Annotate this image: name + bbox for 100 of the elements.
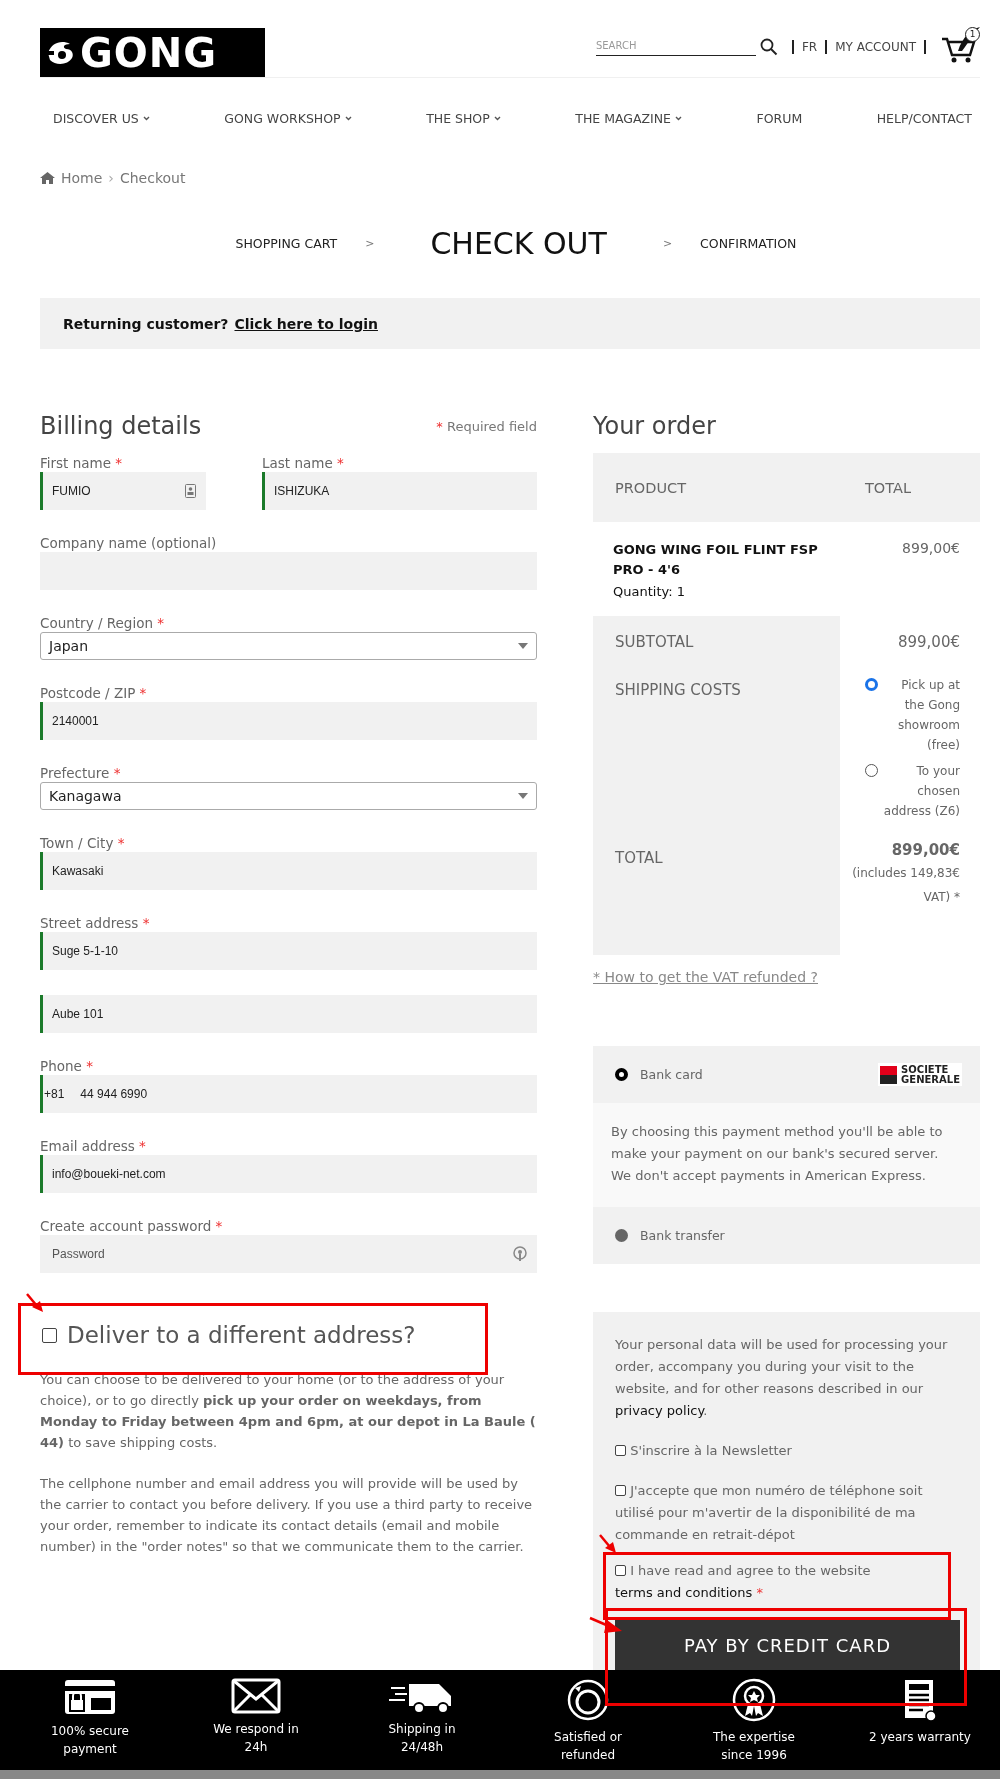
feature-label: 100% secure payment bbox=[50, 1723, 130, 1758]
caret-icon bbox=[142, 115, 150, 121]
checkbox[interactable] bbox=[615, 1485, 626, 1496]
feature-label: Satisfied or refunded bbox=[553, 1729, 623, 1764]
account-link[interactable]: MY ACCOUNT bbox=[835, 40, 916, 54]
phone-field[interactable]: +81 44 944 6990 bbox=[40, 1075, 537, 1113]
input-field[interactable]: Aube 101 bbox=[40, 995, 537, 1033]
page-title: CHECK OUT bbox=[430, 225, 607, 261]
nav-item[interactable]: THE MAGAZINE bbox=[575, 106, 682, 130]
terms-link[interactable]: terms and conditions bbox=[615, 1585, 753, 1600]
language-link[interactable]: FR bbox=[801, 40, 818, 54]
field-label: Postcode / ZIP * bbox=[40, 685, 148, 702]
feature-label: We respond in 24h bbox=[212, 1721, 300, 1756]
shipping-option-label[interactable]: Pick up at the Gong showroom (free) bbox=[882, 675, 960, 755]
home-icon[interactable] bbox=[40, 172, 55, 184]
breadcrumb-link[interactable]: Checkout bbox=[119, 170, 186, 186]
radio-button[interactable] bbox=[865, 678, 878, 691]
nav-item[interactable]: HELP/CONTACT bbox=[876, 106, 972, 130]
card-lock-icon bbox=[63, 1678, 117, 1716]
field-label: Country / Region * bbox=[40, 615, 166, 632]
feature-label: The expertise since 1996 bbox=[712, 1729, 796, 1764]
bank-logo: SOCIETE GENERALE bbox=[878, 1063, 962, 1086]
input-field[interactable]: Kawasaki bbox=[40, 852, 537, 890]
annotation-arrow bbox=[599, 1534, 617, 1554]
shipping-option-label[interactable]: To your chosen address (Z6) bbox=[882, 761, 960, 821]
section-heading: Billing details bbox=[40, 411, 202, 442]
field-label: Prefecture * bbox=[40, 765, 122, 782]
radio-button[interactable] bbox=[615, 1229, 628, 1242]
input-field[interactable]: Suge 5-1-10 bbox=[40, 932, 537, 970]
key-icon[interactable] bbox=[513, 1246, 527, 1262]
checkbox-label[interactable]: I have read and agree to the website terms and conditions * bbox=[615, 1560, 958, 1604]
checkout-step: CONFIRMATION bbox=[700, 235, 797, 251]
required-field-note: * Required field bbox=[436, 418, 537, 434]
feature-label: Shipping in 24/48h bbox=[387, 1721, 457, 1756]
field-label: Last name * bbox=[262, 455, 345, 472]
payment-method-label[interactable]: Bank card bbox=[640, 1067, 867, 1082]
total-value: 899,00€ bbox=[891, 841, 960, 859]
privacy-text: Your personal data will be used for processing your order, accompany you during your visit to the website, and for other reasons described in our privacy policy. bbox=[615, 1336, 949, 1420]
checkbox-label[interactable]: J'accepte que mon numéro de téléphone soit utilisé pour m'avertir de la disponibilité de ma commande en retrait-dépot bbox=[615, 1480, 958, 1546]
column-header: TOTAL bbox=[865, 479, 911, 496]
payment-description: By choosing this payment method you'll be able to make your payment on our bank's secured server. We don't accept payments in American Express. bbox=[593, 1103, 980, 1207]
dropdown-arrow-icon bbox=[518, 643, 528, 649]
field-label: First name * bbox=[40, 455, 124, 472]
input-field[interactable]: FUMIO bbox=[40, 472, 206, 510]
caret-icon bbox=[344, 115, 352, 121]
nav-item[interactable]: DISCOVER US bbox=[53, 106, 150, 130]
dropdown-arrow-icon bbox=[518, 793, 528, 799]
product-total: 899,00€ bbox=[902, 540, 960, 558]
caret-icon bbox=[675, 115, 682, 121]
checkbox[interactable] bbox=[615, 1565, 626, 1576]
select-field[interactable]: Japan bbox=[40, 632, 537, 660]
checkbox-label[interactable]: S'inscrire à la Newsletter bbox=[615, 1440, 958, 1462]
nav-item[interactable]: THE SHOP bbox=[426, 106, 501, 130]
subtotal-label: SUBTOTAL bbox=[615, 633, 695, 651]
annotation-arrow bbox=[26, 1293, 44, 1313]
contact-card-icon[interactable] bbox=[185, 484, 196, 498]
feature-label: 2 years warranty bbox=[869, 1729, 971, 1746]
input-field[interactable]: ISHIZUKA bbox=[262, 472, 537, 510]
total-label: TOTAL bbox=[615, 849, 664, 867]
field-label: Email address * bbox=[40, 1138, 147, 1155]
returning-customer-text: Returning customer? bbox=[63, 315, 229, 332]
caret-icon bbox=[493, 115, 501, 121]
field-label: Town / City * bbox=[40, 835, 126, 852]
checkbox[interactable] bbox=[42, 1327, 57, 1343]
product-name: GONG WING FOIL FLINT FSP PRO - 4'6 bbox=[613, 541, 819, 579]
breadcrumb-separator: › bbox=[108, 170, 114, 186]
document-icon bbox=[903, 1678, 937, 1722]
checkout-step: SHOPPING CART bbox=[235, 235, 338, 251]
cart-count-badge: 1 bbox=[965, 27, 980, 42]
field-label: Phone * bbox=[40, 1058, 94, 1075]
annotation-arrow bbox=[589, 1616, 623, 1636]
breadcrumb-link[interactable]: Home bbox=[61, 170, 103, 186]
password-field[interactable]: Password bbox=[40, 1235, 537, 1273]
award-badge-icon bbox=[732, 1678, 776, 1722]
step-separator: > bbox=[662, 236, 673, 250]
field-label: Create account password * bbox=[40, 1218, 224, 1235]
select-field[interactable]: Kanagawa bbox=[40, 782, 537, 810]
subtotal-value: 899,00€ bbox=[897, 633, 960, 651]
input-field[interactable]: 2140001 bbox=[40, 702, 537, 740]
input-field[interactable]: info@boueki-net.com bbox=[40, 1155, 537, 1193]
nav-item[interactable]: GONG WORKSHOP bbox=[224, 106, 352, 130]
search-icon[interactable] bbox=[759, 38, 778, 56]
checkbox-label[interactable]: Deliver to a different address? bbox=[67, 1322, 416, 1348]
product-quantity: Quantity: 1 bbox=[613, 583, 686, 601]
radio-button[interactable] bbox=[615, 1068, 628, 1081]
gong-logo[interactable]: GONG bbox=[40, 28, 265, 77]
section-heading: Your order bbox=[593, 411, 717, 442]
flame-icon bbox=[46, 39, 76, 66]
info-paragraph: The cellphone number and email address you will provide will be used by the carrier to contact you before delivery. If you use a third party to receive your order, remember to indicate its contact details (email and mobile number) in the "order notes" so that we communicate them to the carrier. bbox=[40, 1475, 534, 1556]
field-label: Street address * bbox=[40, 915, 151, 932]
vat-note: (includes 149,83€ VAT) * bbox=[851, 865, 960, 906]
pay-button[interactable]: PAY BY CREDIT CARD bbox=[615, 1620, 960, 1670]
shipping-label: SHIPPING COSTS bbox=[615, 681, 742, 699]
vat-refund-link[interactable]: * How to get the VAT refunded ? bbox=[593, 969, 818, 985]
login-link[interactable]: Click here to login bbox=[234, 315, 378, 332]
envelope-icon bbox=[231, 1678, 281, 1714]
nav-item[interactable]: FORUM bbox=[756, 106, 803, 130]
step-separator: > bbox=[365, 236, 375, 250]
checkbox[interactable] bbox=[615, 1445, 626, 1456]
search-field[interactable]: SEARCH bbox=[595, 38, 756, 56]
